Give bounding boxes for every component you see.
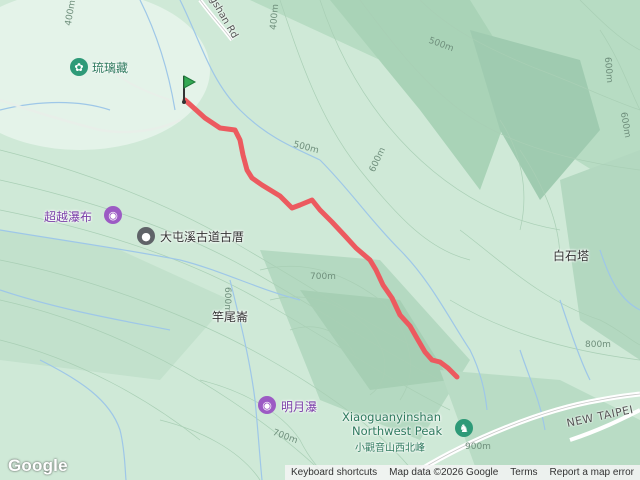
place-baishita: 白石塔 <box>553 249 590 263</box>
contour-label-900: 900m <box>465 442 491 452</box>
camera-icon[interactable]: ◉ <box>104 206 122 224</box>
hiking-icon[interactable]: ♞ <box>455 419 473 437</box>
google-logo: Google <box>8 456 68 475</box>
place-xiaoguanyin-en-2[interactable]: Northwest Peak <box>352 424 442 438</box>
keyboard-shortcuts-link[interactable]: Keyboard shortcuts <box>291 467 377 478</box>
report-error-link[interactable]: Report a map error <box>550 467 634 478</box>
attribution-bar: Keyboard shortcuts Map data ©2026 Google… <box>285 465 640 480</box>
place-xiaoguanyin-zh[interactable]: 小觀音山西北峰 <box>355 439 425 454</box>
contour-label-600-b: 600m <box>601 56 615 84</box>
start-flag-icon[interactable] <box>175 72 197 104</box>
terms-link[interactable]: Terms <box>510 467 537 478</box>
place-xiaoguanyin-en-1[interactable]: Xiaoguanyinshan <box>342 410 441 424</box>
map-view[interactable]: 400m 400m 500m 500m 600m 600m 600m 700m … <box>0 0 640 480</box>
flower-icon[interactable]: ✿ <box>70 58 88 76</box>
place-chaoyue-waterfall[interactable]: 超越瀑布 <box>44 208 92 225</box>
pin-icon[interactable]: ● <box>137 227 155 245</box>
camera-icon-mingyue[interactable]: ◉ <box>258 396 276 414</box>
contour-label-800: 800m <box>585 340 611 350</box>
map-data-text: Map data ©2026 Google <box>389 467 499 478</box>
place-liulicang[interactable]: 琉璃藏 <box>92 59 128 76</box>
contour-label-700-a: 700m <box>310 272 336 282</box>
place-mingyue-waterfall[interactable]: 明月瀑 <box>281 398 317 415</box>
place-ganweilun: 竿尾崙 <box>212 310 249 324</box>
place-datunxi-trail[interactable]: 大屯溪古道古厝 <box>160 228 244 245</box>
